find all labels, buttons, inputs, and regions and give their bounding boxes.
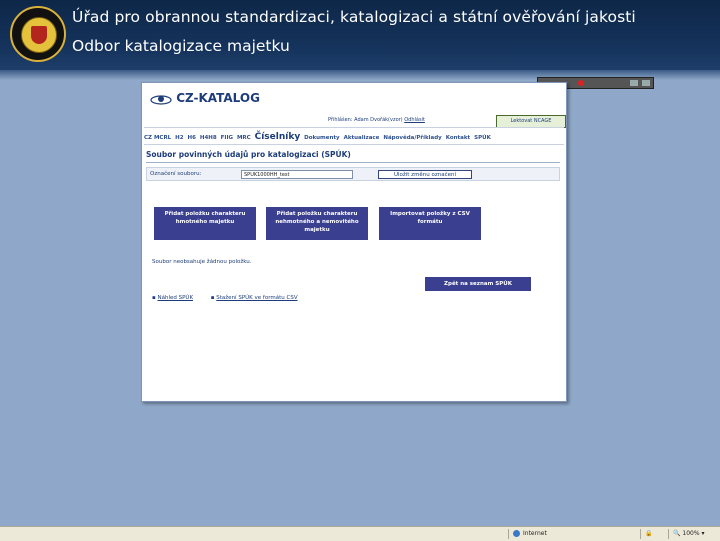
zone-label: Internet bbox=[523, 530, 547, 537]
agency-seal-logo bbox=[10, 6, 66, 62]
seal-emblem bbox=[21, 17, 57, 53]
menu-divider-bottom bbox=[144, 144, 564, 145]
app-window: CZ-KATALOG Přihlášen: Adam Dvořák(vzor) … bbox=[141, 82, 567, 402]
designation-label: Označení souboru: bbox=[150, 171, 202, 177]
magnifier-icon: 🔍 bbox=[673, 530, 681, 537]
page-heading: Soubor povinných údajů pro katalogizaci … bbox=[146, 150, 351, 159]
heading-divider bbox=[146, 162, 560, 163]
menu-item-kontakt[interactable]: Kontakt bbox=[446, 135, 471, 141]
zoom-level: 100% bbox=[682, 530, 700, 537]
toolbar-icon[interactable] bbox=[630, 80, 638, 86]
app-logo[interactable]: CZ-KATALOG bbox=[150, 91, 260, 106]
protected-mode-indicator[interactable]: 🔒 bbox=[640, 529, 669, 539]
satellite-icon bbox=[150, 94, 172, 105]
chevron-down-icon: ▾ bbox=[701, 530, 705, 537]
menu-item-h6[interactable]: H6 bbox=[187, 135, 195, 141]
empty-state-message: Soubor neobsahuje žádnou položku. bbox=[152, 259, 252, 265]
grid-icon[interactable] bbox=[642, 80, 650, 86]
menu-item-fiig[interactable]: FIIG bbox=[221, 135, 233, 141]
download-csv-link[interactable]: Stažení SPÚK ve formátu CSV bbox=[216, 295, 297, 301]
slide-title: Úřad pro obrannou standardizaci, katalog… bbox=[72, 8, 636, 26]
menu-item-napoveda[interactable]: Nápověda/Příklady bbox=[383, 135, 441, 141]
logo-text: CZ-KATALOG bbox=[176, 91, 260, 105]
globe-icon bbox=[513, 530, 520, 537]
browser-status-bar: Internet 🔒 🔍 100% ▾ bbox=[0, 526, 720, 541]
security-zone[interactable]: Internet bbox=[508, 529, 637, 539]
menu-item-dokumenty[interactable]: Dokumenty bbox=[304, 135, 340, 141]
designation-form: Označení souboru: SPUK1000HH_test Uložit… bbox=[146, 167, 560, 181]
lock-icon: 🔒 bbox=[645, 530, 653, 537]
main-menu: CZ MCRL H2 H6 H4H8 FIIG MRC Číselníky Do… bbox=[144, 132, 493, 142]
menu-divider-top bbox=[144, 127, 564, 128]
designation-input[interactable]: SPUK1000HH_test bbox=[241, 170, 353, 179]
menu-item-h4h8[interactable]: H4H8 bbox=[200, 135, 217, 141]
menu-item-mrc[interactable]: MRC bbox=[237, 135, 251, 141]
menu-item-ciselniky[interactable]: Číselníky bbox=[255, 132, 301, 142]
logout-link[interactable]: Odhlásit bbox=[404, 117, 425, 123]
save-designation-button[interactable]: Uložit změnu označení bbox=[378, 170, 472, 179]
import-csv-button[interactable]: Importovat položky z CSV formátu bbox=[379, 207, 481, 240]
add-tangible-item-button[interactable]: Přidat položku charakteru hmotného majet… bbox=[154, 207, 256, 240]
user-name-text: Přihlášen: Adam Dvořák(vzor) bbox=[328, 117, 403, 123]
record-icon[interactable] bbox=[578, 80, 584, 86]
preview-spuk-link[interactable]: Náhled SPÚK bbox=[157, 295, 193, 301]
user-info: Přihlášen: Adam Dvořák(vzor) Odhlásit bbox=[328, 117, 425, 123]
zoom-control[interactable]: 🔍 100% ▾ bbox=[668, 529, 720, 539]
add-intangible-item-button[interactable]: Přidat položku charakteru nehmotného a n… bbox=[266, 207, 368, 240]
footer-links: ▪ Náhled SPÚK ▪ Stažení SPÚK ve formátu … bbox=[152, 295, 314, 301]
menu-item-h2[interactable]: H2 bbox=[175, 135, 183, 141]
slide-subtitle: Odbor katalogizace majetku bbox=[72, 37, 290, 55]
seal-shield-icon bbox=[31, 26, 47, 44]
menu-item-spuk[interactable]: SPÚK bbox=[474, 135, 491, 141]
menu-item-aktualizace[interactable]: Aktualizace bbox=[344, 135, 380, 141]
back-to-list-button[interactable]: Zpět na seznam SPÚK bbox=[425, 277, 531, 291]
slide-header: Úřad pro obrannou standardizaci, katalog… bbox=[0, 0, 720, 70]
menu-item-cz-mcrl[interactable]: CZ MCRL bbox=[144, 135, 171, 141]
